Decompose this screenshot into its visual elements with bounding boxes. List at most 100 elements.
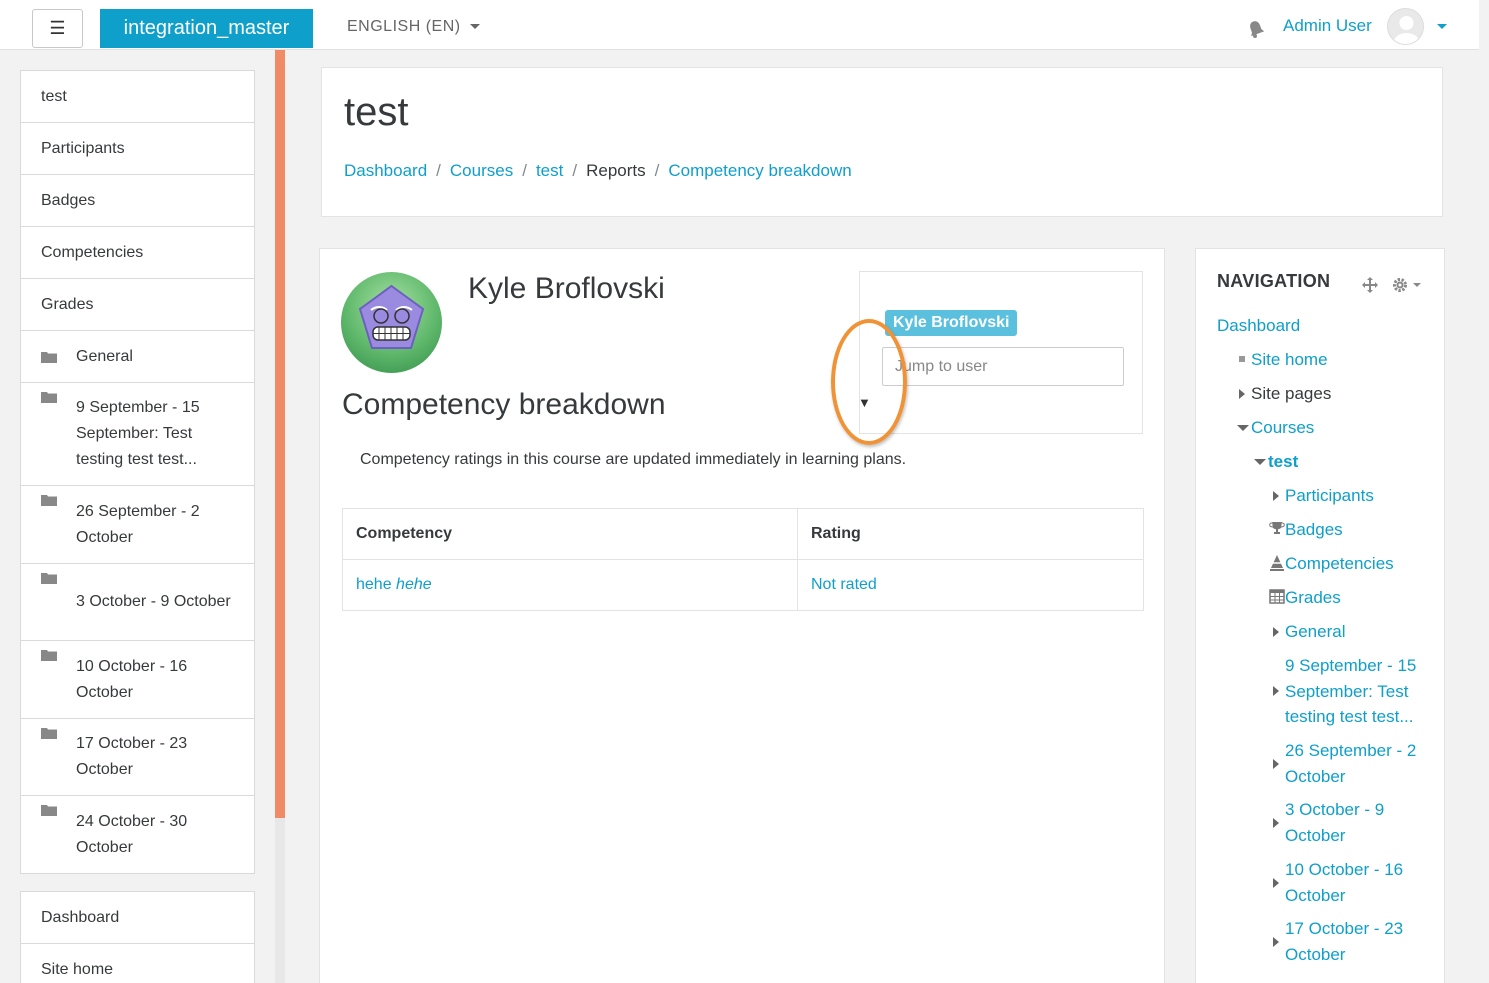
nav-item-label: Courses: [1251, 418, 1315, 437]
drawer-toggle-button[interactable]: ☰: [32, 9, 83, 48]
annotation-highlight-ring: [831, 319, 907, 445]
nav-item-participants[interactable]: Participants: [1269, 483, 1374, 509]
nav-item-test[interactable]: test: [1252, 449, 1298, 475]
student-name[interactable]: Kyle Broflovski: [468, 272, 665, 306]
folder-icon: [41, 728, 57, 739]
table-header-row: Competency Rating: [342, 508, 1144, 560]
nav-item-dashboard[interactable]: Dashboard: [1217, 313, 1300, 339]
chevron-right-icon: [1269, 810, 1285, 835]
selected-user-tag[interactable]: Kyle Broflovski: [885, 310, 1018, 336]
competency-link[interactable]: hehe hehe: [356, 576, 432, 593]
user-profile-picture[interactable]: [341, 272, 442, 373]
info-text: Competency ratings in this course are up…: [360, 451, 907, 468]
drawer-site-nav: Dashboard Site home: [20, 891, 255, 983]
nav-item-site-home[interactable]: Site home: [1235, 347, 1328, 373]
drawer-item-section-4[interactable]: 10 October - 16 October: [21, 641, 254, 719]
breadcrumb-separator: /: [436, 161, 441, 180]
nav-item-section-4[interactable]: 10 October - 16 October: [1269, 857, 1419, 908]
breadcrumb-competency-breakdown[interactable]: Competency breakdown: [668, 161, 851, 181]
language-label: ENGLISH (EN): [347, 18, 461, 35]
drawer-item-label: 24 October - 30 October: [76, 812, 188, 856]
section-title: Competency breakdown: [342, 388, 666, 421]
chevron-right-icon: [1269, 870, 1285, 895]
chevron-right-icon: [1269, 619, 1285, 644]
drawer-item-dashboard[interactable]: Dashboard: [21, 892, 254, 944]
drawer-item-badges[interactable]: Badges: [21, 175, 254, 227]
breadcrumb-courses[interactable]: Courses: [450, 161, 513, 181]
page-header: test Dashboard / Courses / test / Report…: [321, 67, 1443, 217]
competency-table: Competency Rating hehe hehe Not rated: [342, 508, 1144, 611]
drawer-scrollbar-track: [275, 818, 285, 983]
drawer-item-label: 26 September - 2 October: [76, 502, 200, 546]
nav-item-label: 26 September - 2 October: [1285, 741, 1417, 786]
folder-icon: [41, 805, 57, 816]
notification-bell-icon[interactable]: [1248, 20, 1264, 38]
folder-icon: [41, 392, 57, 403]
competency-name: hehe: [356, 576, 392, 593]
user-menu-name[interactable]: Admin User: [1283, 16, 1372, 36]
drawer-item-general[interactable]: General: [21, 331, 254, 383]
competency-icon: [1269, 551, 1285, 576]
drawer-item-section-3[interactable]: 3 October - 9 October: [21, 564, 254, 641]
drawer-item-label: Dashboard: [41, 908, 120, 926]
nav-item-label: Site pages: [1251, 384, 1332, 403]
nav-item-label: 9 September - 15 September: Test testing…: [1285, 656, 1417, 726]
chevron-right-icon: [1269, 483, 1285, 508]
folder-icon: [41, 495, 57, 506]
nav-item-section-2[interactable]: 26 September - 2 October: [1269, 738, 1429, 789]
move-icon[interactable]: [1362, 277, 1378, 293]
chevron-right-icon: [1235, 381, 1251, 406]
drawer-scrollbar-thumb[interactable]: [275, 50, 285, 818]
hamburger-icon: ☰: [49, 18, 66, 38]
folder-icon: [41, 650, 57, 661]
nav-item-label: Grades: [1285, 588, 1341, 607]
drawer-item-grades[interactable]: Grades: [21, 279, 254, 331]
avatar[interactable]: [1387, 8, 1424, 45]
drawer-item-label: 17 October - 23 October: [76, 735, 188, 778]
nav-item-label: Participants: [1285, 486, 1374, 505]
table-row: hehe hehe Not rated: [342, 559, 1144, 611]
nav-item-badges[interactable]: Badges: [1269, 517, 1343, 543]
nav-item-competencies[interactable]: Competencies: [1269, 551, 1394, 577]
bullet-icon: [1235, 347, 1251, 372]
drawer-item-label: Participants: [41, 139, 125, 157]
drawer-item-section-5[interactable]: 17 October - 23 October: [21, 719, 254, 796]
nav-item-label: Badges: [1285, 520, 1343, 539]
chevron-right-icon: [1269, 751, 1285, 776]
breadcrumb-test[interactable]: test: [536, 161, 563, 181]
gear-icon[interactable]: [1392, 276, 1424, 294]
drawer-item-section-6[interactable]: 24 October - 30 October: [21, 796, 254, 873]
nav-item-site-pages[interactable]: Site pages: [1235, 381, 1331, 407]
site-brand-link[interactable]: integration_master: [100, 9, 313, 48]
user-menu-caret-icon[interactable]: [1437, 24, 1447, 29]
drawer-item-label: General: [76, 347, 133, 365]
navigation-title: NAVIGATION: [1217, 271, 1331, 291]
nav-item-section-5[interactable]: 17 October - 23 October: [1269, 916, 1419, 967]
chevron-down-icon: [469, 24, 480, 30]
column-header-rating: Rating: [797, 508, 1144, 560]
drawer-item-label: test: [41, 87, 67, 105]
nav-item-grades[interactable]: Grades: [1269, 585, 1341, 611]
language-menu[interactable]: ENGLISH (EN): [347, 18, 480, 36]
nav-item-courses[interactable]: Courses: [1235, 415, 1314, 441]
folder-icon: [41, 573, 57, 584]
drawer-item-site-home[interactable]: Site home: [21, 944, 254, 983]
jump-to-user-input[interactable]: [882, 347, 1124, 386]
drawer-item-participants[interactable]: Participants: [21, 123, 254, 175]
breadcrumb-dashboard[interactable]: Dashboard: [344, 161, 427, 181]
competency-cell: hehe hehe: [342, 559, 798, 611]
drawer-item-competencies[interactable]: Competencies: [21, 227, 254, 279]
nav-item-label: 3 October - 9 October: [1285, 800, 1385, 845]
nav-item-section-3[interactable]: 3 October - 9 October: [1269, 797, 1399, 848]
main-content: Kyle Broflovski Competency breakdown Kyl…: [319, 248, 1165, 983]
nav-item-general[interactable]: General: [1269, 619, 1345, 645]
drawer-item-test[interactable]: test: [21, 71, 254, 123]
nav-item-section-1[interactable]: 9 September - 15 September: Test testing…: [1269, 653, 1429, 730]
drawer-item-section-1[interactable]: 9 September - 15 September: Test testing…: [21, 383, 254, 486]
drawer-course-nav: test Participants Badges Competencies Gr…: [20, 70, 255, 874]
rating-link[interactable]: Not rated: [811, 576, 877, 593]
nav-item-label: Dashboard: [1217, 316, 1301, 335]
drawer-item-section-2[interactable]: 26 September - 2 October: [21, 486, 254, 564]
breadcrumb-separator: /: [572, 161, 578, 180]
drawer-item-label: Badges: [41, 191, 96, 209]
